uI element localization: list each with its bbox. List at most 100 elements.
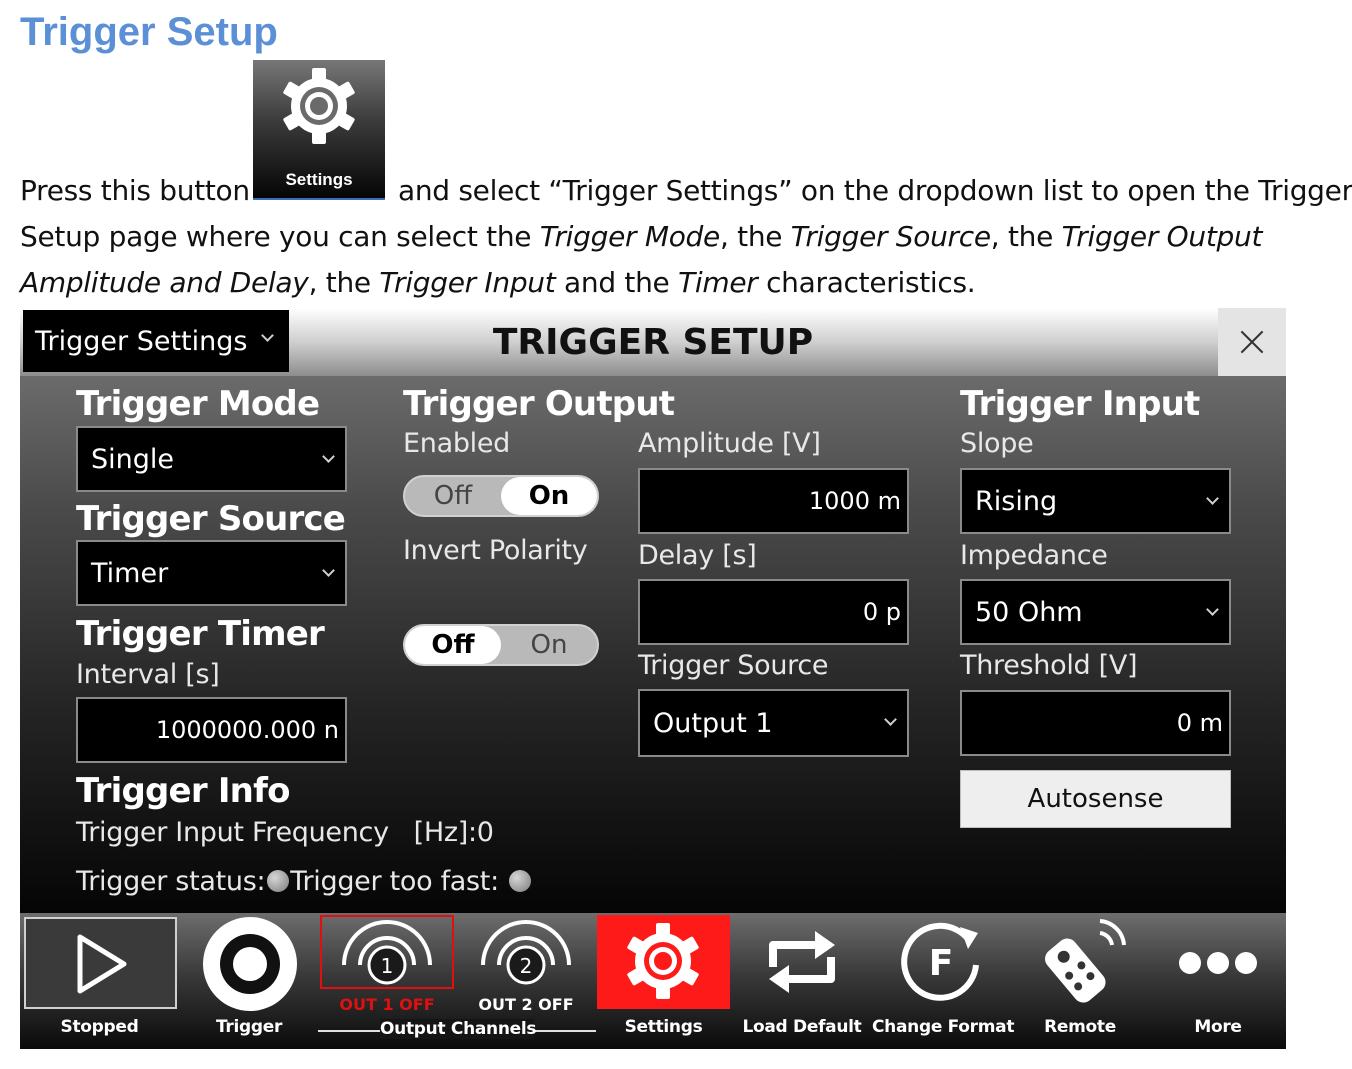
trigger-status-label: Trigger status:: [76, 866, 266, 897]
text: Trigger Source: [790, 220, 991, 253]
settings-inline-button: Settings: [253, 60, 385, 200]
trigger-input-frequency: Trigger Input Frequency [Hz]:0: [76, 817, 494, 848]
freq-value: 0: [476, 817, 494, 848]
delay-label: Delay [s]: [638, 540, 757, 571]
stopped-label: Stopped: [60, 1017, 139, 1037]
output-trigger-source-value: Output 1: [653, 707, 773, 739]
enabled-on-option[interactable]: On: [501, 477, 597, 515]
doc-line-3: Amplitude and Delay, the Trigger Input a…: [20, 260, 976, 306]
slope-select[interactable]: Rising: [960, 468, 1231, 534]
chevron-down-icon: [884, 713, 897, 726]
trigger-icon: [203, 917, 297, 1011]
stopped-button[interactable]: Stopped: [22, 913, 177, 1049]
remote-label: Remote: [1044, 1017, 1116, 1037]
text: Trigger Output: [1061, 220, 1263, 253]
doc-heading: Trigger Setup: [20, 10, 278, 54]
load-default-label: Load Default: [742, 1017, 862, 1037]
enabled-off-option[interactable]: Off: [405, 477, 501, 515]
trigger-mode-header: Trigger Mode: [76, 384, 320, 424]
settings-button[interactable]: Settings: [597, 913, 730, 1049]
settings-label: Settings: [624, 1017, 703, 1037]
trigger-timer-header: Trigger Timer: [76, 614, 325, 654]
trigger-setup-window: Trigger Settings TRIGGER SETUP Trigger M…: [20, 308, 1286, 1049]
impedance-select[interactable]: 50 Ohm: [960, 579, 1231, 645]
interval-value: 1000000.000: [155, 716, 317, 744]
chevron-down-icon: [322, 564, 335, 577]
freq-label: Trigger Input Frequency: [76, 817, 389, 848]
close-button[interactable]: [1218, 308, 1286, 376]
output-channels-label: Output Channels: [380, 1019, 537, 1039]
text: Timer: [678, 266, 758, 299]
chevron-down-icon: [322, 450, 335, 463]
text: , the: [308, 266, 380, 299]
trigger-info-header: Trigger Info: [76, 771, 290, 811]
threshold-label: Threshold [V]: [960, 650, 1138, 681]
trigger-source-select[interactable]: Timer: [76, 540, 347, 606]
out2-status: OUT 2 OFF: [478, 995, 574, 1014]
chevron-down-icon: [261, 329, 274, 342]
gear-icon: [627, 923, 699, 999]
interval-unit: n: [323, 716, 339, 744]
amplitude-unit: m: [877, 487, 901, 515]
text: , the: [990, 220, 1062, 253]
impedance-label: Impedance: [960, 540, 1108, 571]
invert-polarity-toggle[interactable]: Off On: [403, 624, 599, 666]
amplitude-input[interactable]: 1000 m: [638, 468, 909, 534]
output-trigger-source-select[interactable]: Output 1: [638, 689, 909, 757]
trigger-input-header: Trigger Input: [960, 384, 1200, 424]
text: Trigger Input: [379, 266, 556, 299]
remote-icon: [1045, 919, 1126, 1003]
too-fast-indicator: [509, 869, 532, 892]
change-format-letter: F: [929, 943, 954, 984]
trigger-source-header: Trigger Source: [76, 499, 346, 539]
threshold-unit: m: [1199, 709, 1223, 737]
trigger-button[interactable]: Trigger: [180, 913, 318, 1049]
interval-input[interactable]: 1000000.000 n: [76, 697, 347, 763]
text: and the: [555, 266, 679, 299]
page-select-dropdown[interactable]: Trigger Settings: [23, 310, 289, 372]
doc-line-1a: Press this button: [20, 174, 250, 207]
threshold-input[interactable]: 0 m: [960, 690, 1231, 756]
settings-panel: Trigger Mode Single Trigger Source Timer…: [20, 376, 1286, 913]
output-trigger-source-label: Trigger Source: [638, 650, 829, 681]
trigger-mode-select[interactable]: Single: [76, 426, 347, 492]
enabled-toggle[interactable]: Off On: [403, 475, 599, 517]
out1-status: OUT 1 OFF: [339, 995, 435, 1014]
trigger-label: Trigger: [215, 1017, 283, 1037]
trigger-status-row: Trigger status: Trigger too fast:: [76, 866, 532, 897]
trigger-source-value: Timer: [91, 557, 169, 589]
title-bar: Trigger Settings TRIGGER SETUP: [20, 308, 1286, 376]
output-channel-2-icon: 2: [481, 920, 571, 985]
text: Trigger Mode: [539, 220, 720, 253]
autosense-button[interactable]: Autosense: [960, 770, 1231, 828]
load-default-button[interactable]: Load Default: [735, 913, 869, 1049]
threshold-value: 0: [1176, 709, 1192, 737]
change-format-label: Change Format: [872, 1017, 1015, 1037]
trigger-too-fast-label: Trigger too fast:: [290, 866, 499, 897]
invert-on-option[interactable]: On: [501, 626, 597, 664]
play-icon: [77, 934, 127, 994]
impedance-value: 50 Ohm: [975, 596, 1083, 628]
more-button[interactable]: More: [1150, 913, 1286, 1049]
delay-value: 0: [862, 598, 879, 626]
invert-off-option[interactable]: Off: [405, 626, 501, 664]
delay-unit: p: [885, 598, 901, 626]
interval-label: Interval [s]: [76, 659, 220, 690]
output-channel-1-icon: 1: [342, 920, 432, 985]
delay-input[interactable]: 0 p: [638, 579, 909, 645]
change-format-icon: F: [901, 922, 979, 1001]
amplitude-value: 1000: [808, 487, 870, 515]
enabled-label: Enabled: [403, 428, 511, 459]
change-format-button[interactable]: F Change Format: [872, 913, 1015, 1049]
gear-icon: [283, 68, 355, 144]
text: , the: [719, 220, 791, 253]
slope-value: Rising: [975, 485, 1058, 517]
more-label: More: [1194, 1017, 1242, 1037]
doc-line-1b: and select “Trigger Settings” on the dro…: [398, 174, 1352, 207]
trigger-mode-value: Single: [91, 443, 175, 475]
load-default-icon: [769, 931, 835, 993]
remote-button[interactable]: Remote: [1012, 913, 1148, 1049]
out2-number: 2: [520, 954, 533, 978]
trigger-output-header: Trigger Output: [403, 384, 675, 424]
text: characteristics.: [757, 266, 976, 299]
